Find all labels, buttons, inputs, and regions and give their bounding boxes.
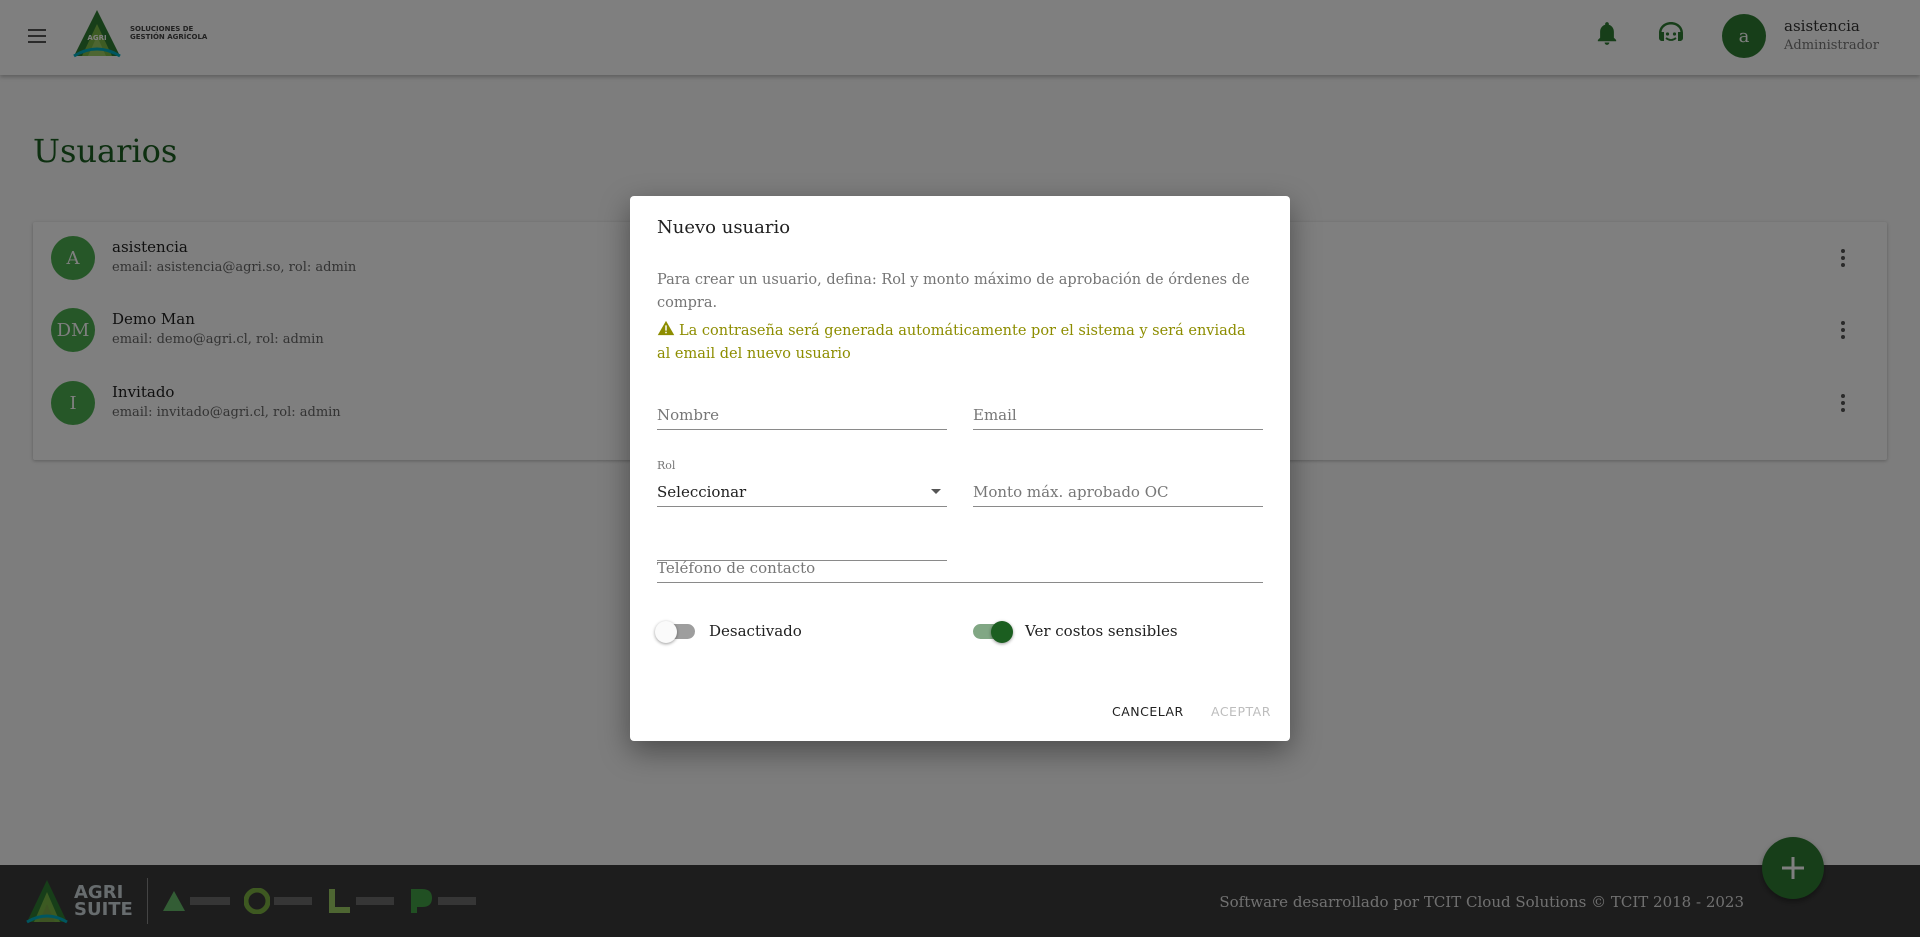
caret-down-icon (931, 489, 941, 494)
name-field[interactable]: Nombre (657, 396, 947, 430)
active-toggle-thumb (655, 620, 677, 643)
sensitive-costs-toggle-label: Ver costos sensibles (1025, 622, 1178, 640)
accept-button[interactable]: ACEPTAR (1211, 704, 1271, 719)
phone-field[interactable]: Teléfono de contacto (657, 549, 1263, 583)
cancel-button[interactable]: CANCELAR (1112, 704, 1184, 719)
email-field[interactable]: Email (973, 396, 1263, 430)
sensitive-costs-toggle-thumb (991, 620, 1013, 643)
active-toggle-label: Desactivado (709, 622, 802, 640)
sensitive-costs-toggle[interactable]: Ver costos sensibles (973, 620, 1178, 643)
dialog-description: Para crear un usuario, defina: Rol y mon… (657, 272, 1250, 311)
active-toggle-track (655, 620, 695, 643)
new-user-dialog: Nuevo usuario Para crear un usuario, def… (630, 196, 1290, 741)
max-amount-field[interactable]: Monto máx. aprobado OC (973, 473, 1263, 507)
sensitive-costs-toggle-track (973, 620, 1013, 643)
role-label: Rol (657, 459, 676, 472)
active-toggle[interactable]: Desactivado (655, 620, 802, 643)
dialog-title: Nuevo usuario (657, 217, 791, 238)
password-warning: La contraseña será generada automáticame… (657, 320, 1257, 366)
role-select[interactable]: Rol Seleccionar (657, 459, 947, 507)
role-value: Seleccionar (657, 483, 747, 501)
warning-icon (657, 320, 675, 336)
